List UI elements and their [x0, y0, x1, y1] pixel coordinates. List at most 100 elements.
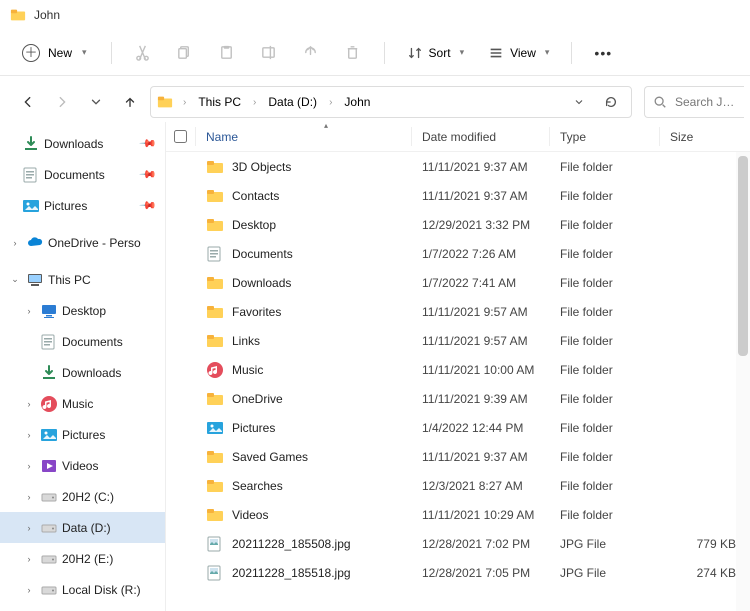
table-row[interactable]: Downloads1/7/2022 7:41 AMFile folder	[166, 268, 750, 297]
chevron-right-icon: ›	[327, 97, 334, 108]
table-row[interactable]: Contacts11/11/2021 9:37 AMFile folder	[166, 181, 750, 210]
copy-button[interactable]	[168, 37, 202, 69]
table-row[interactable]: 3D Objects11/11/2021 9:37 AMFile folder	[166, 152, 750, 181]
column-headers: Name▴ Date modified Type Size	[166, 122, 750, 152]
file-name[interactable]: Contacts	[196, 187, 412, 205]
sidebar-item-drive-e[interactable]: ›20H2 (E:)	[0, 543, 165, 574]
table-row[interactable]: OneDrive11/11/2021 9:39 AMFile folder	[166, 384, 750, 413]
breadcrumb[interactable]: This PC	[192, 91, 247, 113]
search-box[interactable]: Search John	[644, 86, 744, 118]
file-name[interactable]: Saved Games	[196, 448, 412, 466]
table-row[interactable]: Music11/11/2021 10:00 AMFile folder	[166, 355, 750, 384]
chevron-down-icon[interactable]: ⌄	[8, 274, 22, 285]
scroll-thumb[interactable]	[738, 156, 748, 356]
back-button[interactable]	[14, 88, 42, 116]
table-row[interactable]: 20211228_185518.jpg12/28/2021 7:05 PMJPG…	[166, 558, 750, 587]
recent-button[interactable]	[82, 88, 110, 116]
table-row[interactable]: Pictures1/4/2022 12:44 PMFile folder	[166, 413, 750, 442]
titlebar: John	[0, 0, 750, 30]
column-size[interactable]: Size	[660, 122, 750, 151]
folder-icon	[206, 332, 224, 350]
folder-icon	[206, 390, 224, 408]
file-name[interactable]: 20211228_185508.jpg	[196, 535, 412, 553]
breadcrumb[interactable]: John	[338, 91, 376, 113]
paste-button[interactable]	[210, 37, 244, 69]
file-date: 11/11/2021 9:37 AM	[412, 189, 550, 203]
file-name[interactable]: Documents	[196, 245, 412, 263]
delete-button[interactable]	[336, 37, 370, 69]
file-name[interactable]: Desktop	[196, 216, 412, 234]
table-row[interactable]: Documents1/7/2022 7:26 AMFile folder	[166, 239, 750, 268]
file-name[interactable]: Pictures	[196, 419, 412, 437]
file-name[interactable]: Favorites	[196, 303, 412, 321]
more-button[interactable]: •••	[586, 41, 620, 65]
file-name[interactable]: Downloads	[196, 274, 412, 292]
table-row[interactable]: 20211228_185508.jpg12/28/2021 7:02 PMJPG…	[166, 529, 750, 558]
up-button[interactable]	[116, 88, 144, 116]
address-bar[interactable]: › This PC › Data (D:) › John	[150, 86, 632, 118]
sidebar-item-drive-r[interactable]: ›Local Disk (R:)	[0, 574, 165, 605]
file-type: JPG File	[550, 537, 660, 551]
file-date: 11/11/2021 10:29 AM	[412, 508, 550, 522]
address-dropdown[interactable]	[565, 88, 593, 116]
sidebar-item-documents[interactable]: Documents 📌	[0, 159, 165, 190]
sidebar-item-downloads[interactable]: Downloads 📌	[0, 128, 165, 159]
refresh-button[interactable]	[597, 88, 625, 116]
cut-button[interactable]	[126, 37, 160, 69]
search-icon	[653, 95, 667, 109]
docfolder-icon	[206, 245, 224, 263]
new-button[interactable]: ＋ New ▾	[12, 38, 97, 68]
sidebar-item-pictures[interactable]: Pictures 📌	[0, 190, 165, 221]
sidebar-item-documents[interactable]: Documents	[0, 326, 165, 357]
file-type: File folder	[550, 305, 660, 319]
file-type: File folder	[550, 334, 660, 348]
pin-icon: 📌	[139, 165, 158, 184]
scrollbar[interactable]	[736, 152, 750, 611]
table-row[interactable]: Links11/11/2021 9:57 AMFile folder	[166, 326, 750, 355]
breadcrumb[interactable]: Data (D:)	[262, 91, 323, 113]
select-all-checkbox[interactable]	[166, 122, 196, 151]
file-date: 1/7/2022 7:26 AM	[412, 247, 550, 261]
forward-button[interactable]	[48, 88, 76, 116]
table-row[interactable]: Saved Games11/11/2021 9:37 AMFile folder	[166, 442, 750, 471]
sidebar-item-videos[interactable]: ›Videos	[0, 450, 165, 481]
onedrive-icon	[26, 234, 44, 252]
sidebar-item-desktop[interactable]: ›Desktop	[0, 295, 165, 326]
sidebar-item-thispc[interactable]: ⌄ This PC	[0, 264, 165, 295]
file-name[interactable]: 20211228_185518.jpg	[196, 564, 412, 582]
file-date: 12/3/2021 8:27 AM	[412, 479, 550, 493]
sort-label: Sort	[429, 46, 451, 60]
table-row[interactable]: Favorites11/11/2021 9:57 AMFile folder	[166, 297, 750, 326]
folder-icon	[206, 303, 224, 321]
column-type[interactable]: Type	[550, 122, 660, 151]
file-name[interactable]: Searches	[196, 477, 412, 495]
table-row[interactable]: Searches12/3/2021 8:27 AMFile folder	[166, 471, 750, 500]
sidebar-item-pictures[interactable]: ›Pictures	[0, 419, 165, 450]
column-name[interactable]: Name▴	[196, 122, 412, 151]
drive-icon	[40, 519, 58, 537]
file-name[interactable]: Videos	[196, 506, 412, 524]
column-date[interactable]: Date modified	[412, 122, 550, 151]
pictures-icon	[22, 197, 40, 215]
file-list[interactable]: 3D Objects11/11/2021 9:37 AMFile folderC…	[166, 152, 750, 611]
documents-icon	[40, 333, 58, 351]
file-name[interactable]: Music	[196, 361, 412, 379]
file-name[interactable]: Links	[196, 332, 412, 350]
sidebar-item-drive-c[interactable]: ›20H2 (C:)	[0, 481, 165, 512]
table-row[interactable]: Videos11/11/2021 10:29 AMFile folder	[166, 500, 750, 529]
chevron-down-icon: ▾	[460, 47, 465, 58]
share-button[interactable]	[294, 37, 328, 69]
sidebar-item-drive-d[interactable]: ›Data (D:)	[0, 512, 165, 543]
file-name[interactable]: OneDrive	[196, 390, 412, 408]
table-row[interactable]: Desktop12/29/2021 3:32 PMFile folder	[166, 210, 750, 239]
drive-icon	[40, 488, 58, 506]
view-button[interactable]: View ▾	[480, 41, 557, 65]
rename-button[interactable]	[252, 37, 286, 69]
file-name[interactable]: 3D Objects	[196, 158, 412, 176]
download-icon	[22, 135, 40, 153]
sidebar-item-downloads[interactable]: Downloads	[0, 357, 165, 388]
sort-button[interactable]: Sort ▾	[399, 41, 473, 65]
chevron-right-icon[interactable]: ›	[8, 238, 22, 248]
sidebar-item-onedrive[interactable]: › OneDrive - Perso	[0, 227, 165, 258]
sidebar-item-music[interactable]: ›Music	[0, 388, 165, 419]
